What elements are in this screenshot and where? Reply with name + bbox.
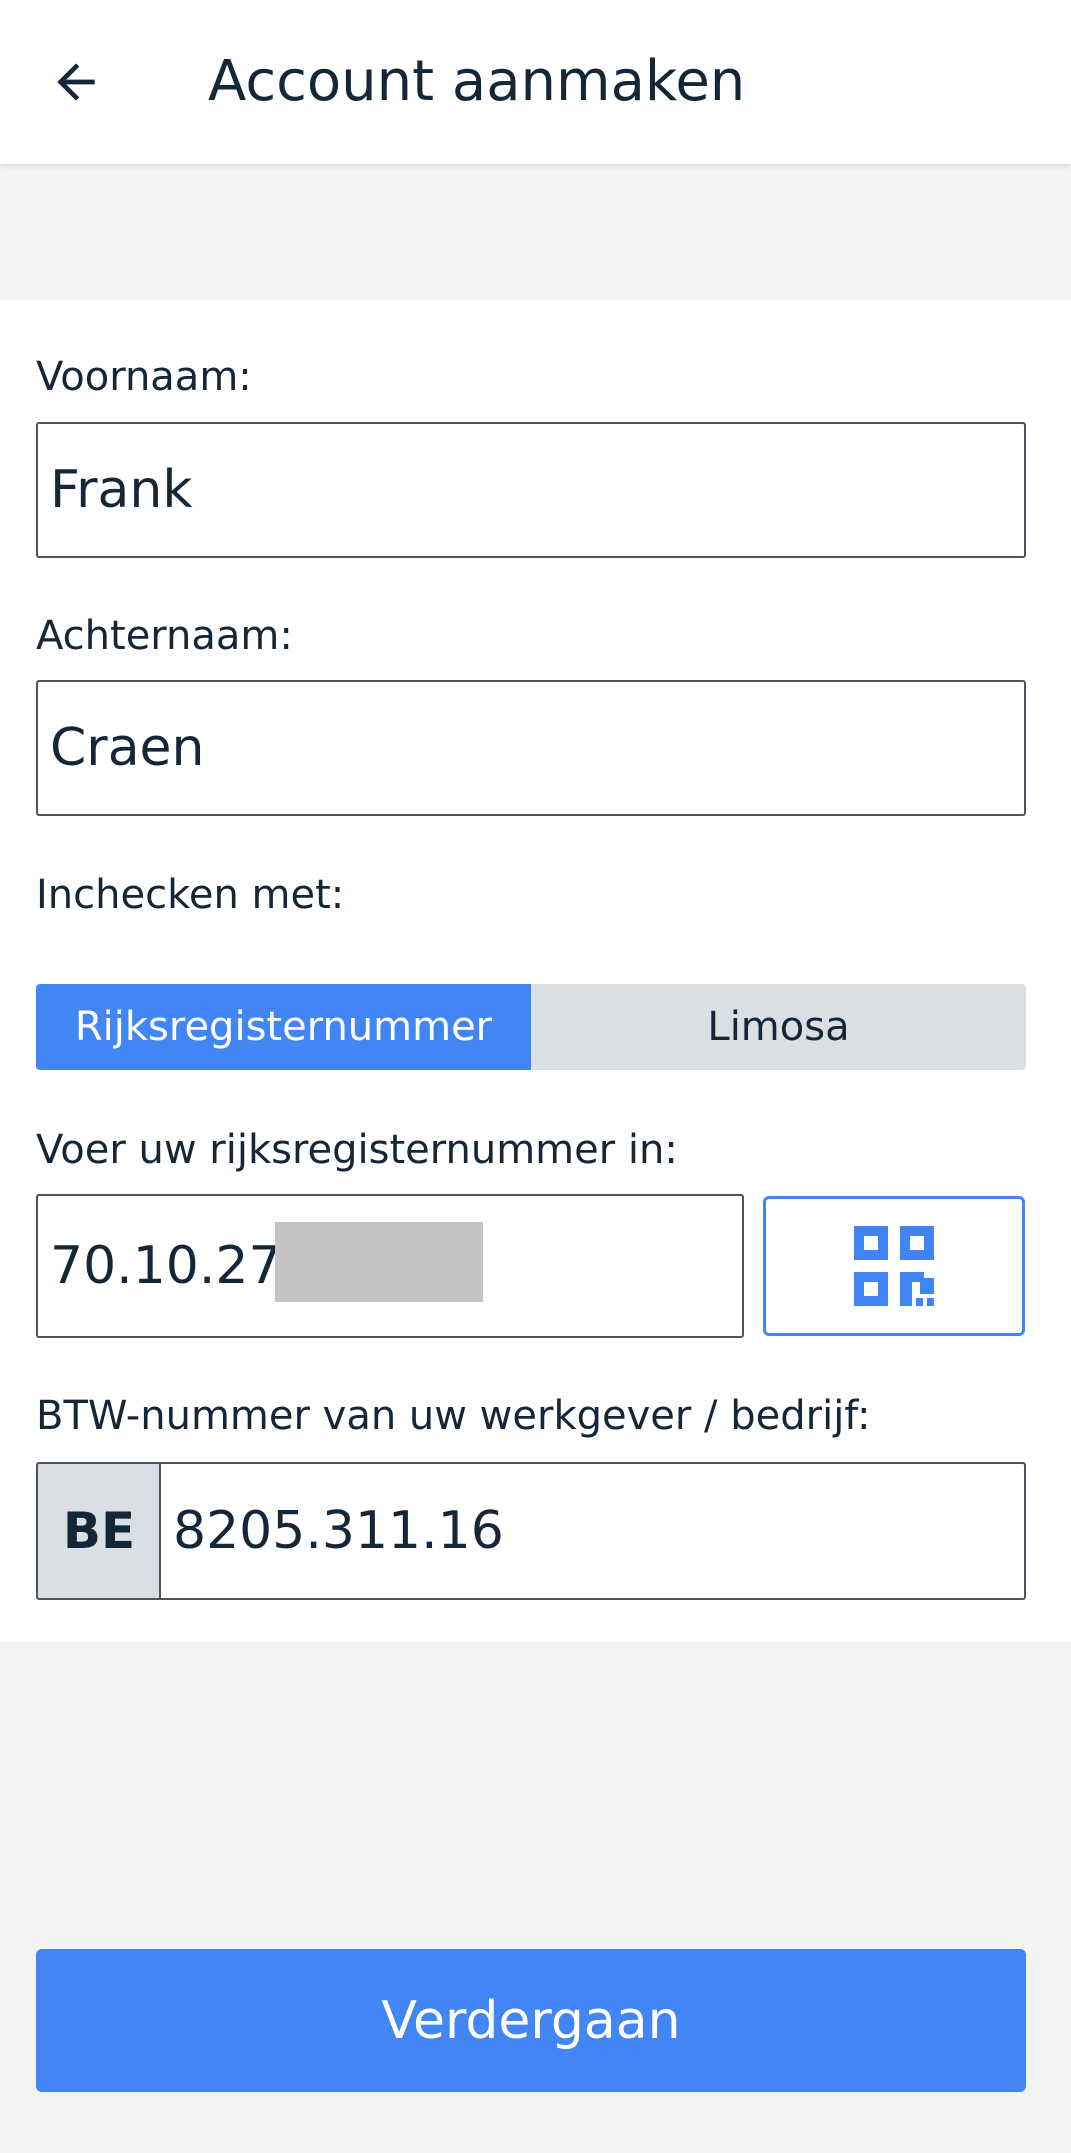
national-number-label: Voer uw rijksregisternummer in: xyxy=(36,1127,678,1173)
continue-button[interactable]: Verdergaan xyxy=(36,1949,1026,2092)
last-name-input[interactable] xyxy=(36,680,1026,816)
segment-rijksregisternummer[interactable]: Rijksregisternummer xyxy=(36,984,531,1070)
checkin-method-toggle: Rijksregisternummer Limosa xyxy=(36,984,1026,1070)
scan-qr-button[interactable] xyxy=(763,1196,1025,1336)
country-prefix: BE xyxy=(36,1462,160,1600)
registration-form: Voornaam: Achternaam: Inchecken met: Rij… xyxy=(0,300,1071,1642)
qr-code-icon xyxy=(854,1226,934,1306)
vat-number-label: BTW-nummer van uw werkgever / bedrijf: xyxy=(36,1393,871,1439)
checkin-method-label: Inchecken met: xyxy=(36,872,345,918)
vat-number-input[interactable] xyxy=(159,1462,1026,1600)
back-button[interactable] xyxy=(40,46,112,118)
page-title: Account aanmaken xyxy=(208,49,746,114)
app-bar: Account aanmaken xyxy=(0,0,1071,164)
first-name-input[interactable] xyxy=(36,422,1026,558)
arrow-left-icon xyxy=(57,63,95,101)
segment-limosa[interactable]: Limosa xyxy=(531,984,1026,1070)
redacted-area xyxy=(275,1222,483,1302)
first-name-label: Voornaam: xyxy=(36,354,252,400)
last-name-label: Achternaam: xyxy=(36,613,293,659)
